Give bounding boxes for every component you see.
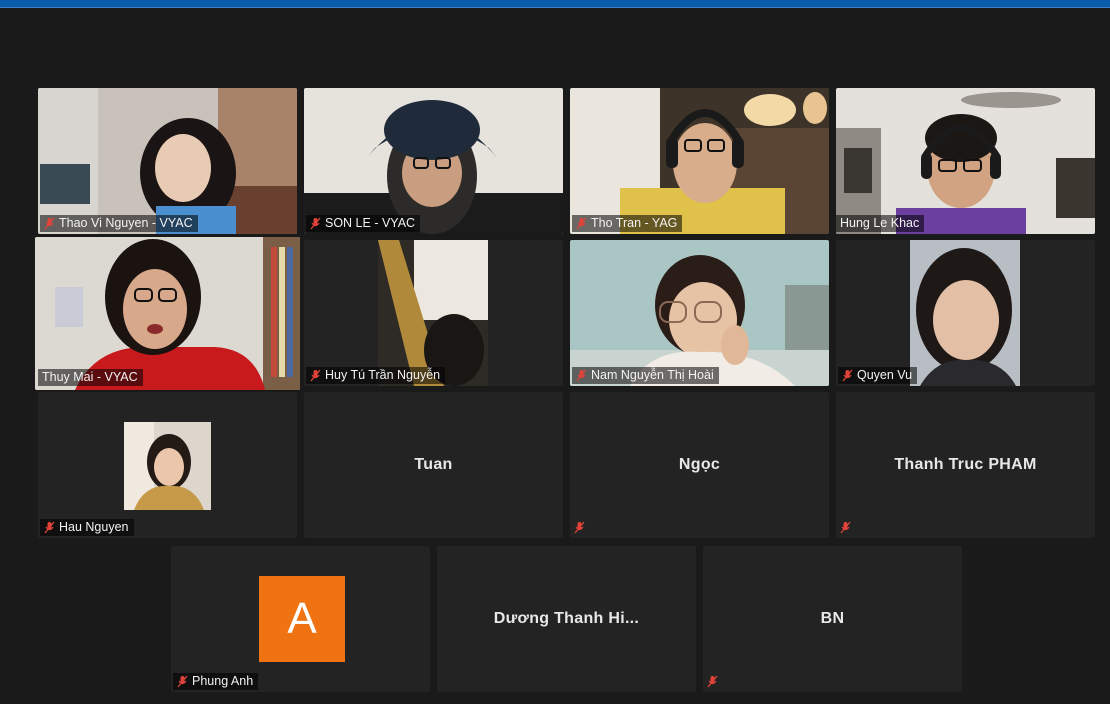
video-tile-hau-nguyen[interactable]: Hau Nguyen — [38, 392, 297, 538]
participant-video-quyen-vu — [836, 240, 1095, 386]
participant-name: Tho Tran - YAG — [591, 216, 678, 230]
participant-name-center: Ngọc — [678, 456, 721, 473]
name-tag: Thao Vi Nguyen - VYAC — [40, 215, 198, 232]
muted-mic-icon — [576, 217, 587, 230]
video-tile-ngoc[interactable]: Ngọc — [570, 392, 829, 538]
profile-picture-image — [124, 422, 211, 510]
muted-mic-icon — [177, 675, 188, 688]
profile-picture — [124, 422, 211, 510]
participant-video-thao-vi — [38, 88, 297, 234]
muted-mic-icon — [310, 217, 321, 230]
video-tile-quyen-vu[interactable]: Quyen Vu — [836, 240, 1095, 386]
video-tile-thuy-mai[interactable]: Thuy Mai - VYAC — [35, 237, 300, 390]
muted-mic-icon — [310, 369, 321, 382]
avatar: A — [259, 576, 345, 662]
participant-name-center: Dương Thanh Hi... — [493, 610, 640, 627]
participant-name: Thao Vi Nguyen - VYAC — [59, 216, 193, 230]
name-tag: Hung Le Khac — [836, 215, 925, 232]
participant-name: SON LE - VYAC — [325, 216, 416, 230]
name-tag: Hau Nguyen — [40, 519, 134, 536]
muted-mic-icon — [842, 369, 853, 382]
video-tile-tho-tran[interactable]: Tho Tran - YAG — [570, 88, 829, 234]
name-tag: Huy Tú Trần Nguyễn — [306, 367, 446, 384]
muted-mic-icon — [44, 521, 55, 534]
participant-video-son-le — [304, 88, 563, 234]
participant-video-tho-tran — [570, 88, 829, 234]
window-top-bar — [0, 0, 1110, 8]
muted-mic-icon — [576, 369, 587, 382]
muted-mic-icon — [44, 217, 55, 230]
participant-name: Thuy Mai - VYAC — [42, 370, 138, 384]
video-tile-thao-vi[interactable]: Thao Vi Nguyen - VYAC — [38, 88, 297, 234]
video-tile-phung-anh[interactable]: A Phung Anh — [171, 546, 430, 692]
participant-name: Hung Le Khac — [840, 216, 920, 230]
video-tile-hung-le[interactable]: Hung Le Khac — [836, 88, 1095, 234]
participant-name: Phung Anh — [192, 674, 254, 688]
participant-name-center: Thanh Truc PHAM — [894, 456, 1037, 473]
participant-video-hung-le — [836, 88, 1095, 234]
name-tag: Tho Tran - YAG — [572, 215, 683, 232]
participant-video-thuy-mai — [35, 237, 300, 390]
participant-name: Nam Nguyễn Thị Hoài — [591, 368, 714, 382]
participant-name: Hau Nguyen — [59, 520, 129, 534]
name-tag: SON LE - VYAC — [306, 215, 421, 232]
muted-mic-icon — [840, 521, 851, 534]
participant-name: Quyen Vu — [857, 368, 913, 382]
muted-mic-icon — [574, 521, 585, 534]
participant-name-center: BN — [820, 610, 845, 627]
video-tile-tuan[interactable]: Tuan — [304, 392, 563, 538]
video-tile-nam-nguyen[interactable]: Nam Nguyễn Thị Hoài — [570, 240, 829, 386]
name-tag: Phung Anh — [173, 673, 259, 690]
participant-name-center: Tuan — [414, 456, 453, 473]
video-tile-duong-thanh[interactable]: Dương Thanh Hi... — [437, 546, 696, 692]
muted-mic-icon — [707, 675, 718, 688]
video-tile-son-le[interactable]: SON LE - VYAC — [304, 88, 563, 234]
video-tile-thanh-truc[interactable]: Thanh Truc PHAM — [836, 392, 1095, 538]
participant-name: Huy Tú Trần Nguyễn — [325, 368, 441, 382]
name-tag: Thuy Mai - VYAC — [38, 369, 143, 386]
video-tile-huy-tu[interactable]: Huy Tú Trần Nguyễn — [304, 240, 563, 386]
participant-video-nam-nguyen — [570, 240, 829, 386]
name-tag: Quyen Vu — [838, 367, 918, 384]
participant-video-huy-tu — [304, 240, 563, 386]
name-tag: Nam Nguyễn Thị Hoài — [572, 367, 719, 384]
video-tile-bn[interactable]: BN — [703, 546, 962, 692]
